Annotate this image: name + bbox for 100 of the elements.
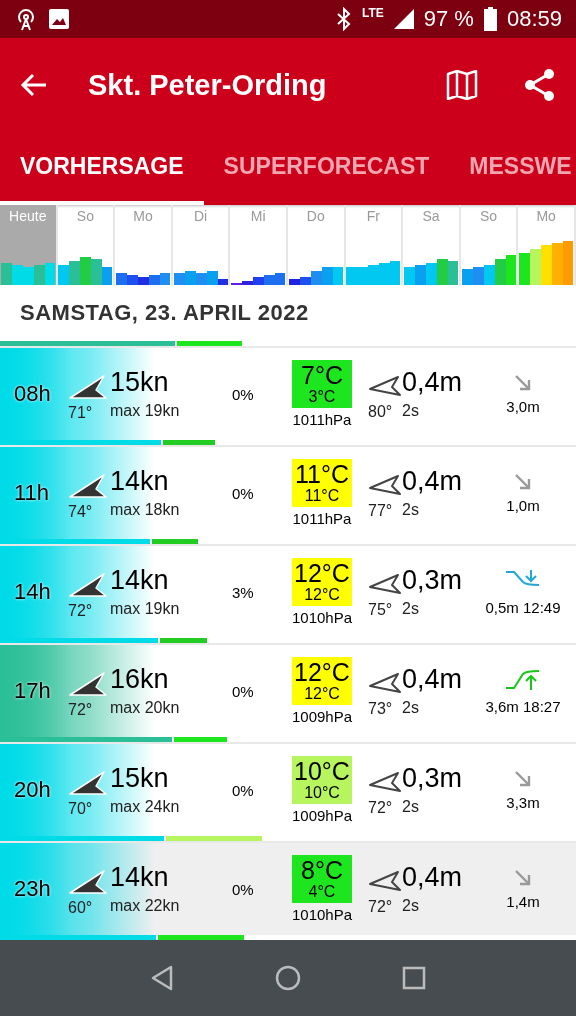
wave-period: 2s	[402, 896, 420, 915]
air-pressure: 1011hPa	[292, 410, 352, 428]
day-tab[interactable]: Di	[172, 205, 231, 285]
rain-chance: 0%	[231, 682, 255, 700]
wave-arrow-icon	[368, 870, 402, 894]
wave-period: 2s	[402, 698, 420, 717]
wave-height: 0,4m	[402, 863, 464, 893]
wave-direction: 75°	[368, 601, 393, 619]
rain-chance: 3%	[231, 583, 255, 601]
wind-arrow-icon	[68, 770, 108, 796]
back-triangle-icon[interactable]	[150, 965, 175, 991]
wave-height: 0,3m	[402, 566, 464, 596]
feels-like-temperature: 4°C	[308, 883, 336, 901]
day-tab[interactable]: So	[57, 205, 116, 285]
day-tab[interactable]: Heute	[0, 205, 58, 285]
rain-chance: 0%	[231, 781, 255, 799]
wind-speed: 14kn	[110, 467, 170, 497]
wave-height: 0,4m	[402, 467, 464, 497]
arrow-down-right-icon	[514, 769, 532, 788]
share-icon[interactable]	[524, 68, 556, 102]
wave-direction: 77°	[368, 502, 393, 520]
wind-speed: 14kn	[110, 566, 170, 596]
arrow-down-right-icon	[514, 472, 532, 491]
tab[interactable]: MESSWE	[449, 132, 576, 205]
gust-speed: max 19kn	[110, 401, 181, 420]
day-tab[interactable]: Sa	[403, 205, 461, 285]
tab[interactable]: SUPERFORECAST	[203, 132, 450, 205]
map-icon[interactable]	[446, 70, 478, 100]
rain-chance: 0%	[231, 880, 255, 898]
air-pressure: 1010hPa	[291, 905, 353, 923]
tide-info: 1,0m	[506, 496, 540, 514]
air-pressure: 1009hPa	[291, 806, 353, 824]
clock: 08:59	[506, 6, 562, 32]
wind-direction: 71°	[68, 404, 93, 422]
tide-info: 3,3m	[506, 793, 540, 811]
wind-direction: 72°	[68, 602, 93, 620]
day-tab[interactable]: Mo	[518, 205, 576, 285]
wind-speed: 16kn	[110, 665, 170, 695]
feels-like-temperature: 12°C	[304, 685, 340, 703]
hour-label: 23h	[13, 876, 52, 902]
tide-info: 0,5m 12:49	[485, 598, 561, 616]
wave-arrow-icon	[368, 672, 402, 696]
hour-label: 11h	[13, 480, 51, 506]
gust-speed: max 24kn	[110, 797, 181, 816]
wind-arrow-icon	[68, 869, 108, 895]
hour-label: 17h	[13, 678, 52, 704]
wave-period: 2s	[402, 401, 420, 420]
back-arrow-icon[interactable]	[20, 71, 48, 99]
wave-direction: 80°	[368, 403, 393, 421]
battery-level: 97 %	[423, 6, 474, 32]
wave-arrow-icon	[368, 474, 402, 498]
day-tab[interactable]: Mi	[230, 205, 288, 285]
gust-speed: max 22kn	[110, 896, 181, 915]
high-tide-icon	[506, 667, 540, 692]
wind-speed: 15kn	[110, 368, 170, 398]
temperature: 11°C	[295, 461, 349, 488]
day-tab[interactable]: Mo	[115, 205, 173, 285]
temperature: 12°C	[294, 560, 350, 587]
wave-period: 2s	[402, 797, 420, 816]
day-tab[interactable]: Fr	[345, 205, 404, 285]
gust-speed: max 20kn	[110, 698, 181, 717]
home-circle-icon[interactable]	[275, 965, 301, 991]
air-pressure: 1010hPa	[291, 608, 353, 626]
forecast-row[interactable]: 23h 60° 14kn max 22kn 0% 8°C 4°C 1010hPa 72° 0,4m 2s 1,4m	[0, 843, 576, 935]
feels-like-temperature: 12°C	[304, 586, 340, 604]
wind-speed: 15kn	[110, 764, 170, 794]
wave-period: 2s	[402, 500, 420, 519]
network-type: LTE	[362, 6, 384, 20]
wave-direction: 72°	[368, 799, 393, 817]
wave-arrow-icon	[368, 771, 402, 795]
image-icon	[48, 8, 70, 30]
hour-label: 08h	[13, 381, 52, 407]
day-tab[interactable]: So	[460, 205, 519, 285]
wind-arrow-icon	[68, 374, 108, 400]
signal-icon	[393, 9, 414, 29]
air-pressure: 1009hPa	[291, 707, 353, 725]
wind-arrow-icon	[68, 572, 108, 598]
wave-direction: 73°	[368, 700, 393, 718]
arrow-down-right-icon	[514, 373, 532, 392]
date-header: SAMSTAG, 23. APRIL 2022	[19, 299, 310, 327]
tide-info: 1,4m	[506, 892, 540, 910]
rain-chance: 0%	[231, 385, 255, 403]
temperature: 8°C	[301, 857, 343, 884]
temperature: 7°C	[301, 362, 343, 389]
tide-info: 3,0m	[506, 397, 540, 415]
arrow-down-right-icon	[514, 868, 532, 887]
tide-info: 3,6m 18:27	[485, 697, 561, 715]
wind-direction: 74°	[68, 503, 93, 521]
recents-square-icon[interactable]	[401, 966, 426, 990]
wave-height: 0,4m	[402, 665, 464, 695]
feels-like-temperature: 3°C	[308, 388, 336, 406]
temperature: 12°C	[294, 659, 350, 686]
day-tab[interactable]: Do	[287, 205, 346, 285]
gust-speed: max 18kn	[110, 500, 181, 519]
wave-height: 0,4m	[402, 368, 464, 398]
wind-arrow-icon	[68, 671, 108, 697]
wind-direction: 60°	[68, 899, 93, 917]
wave-period: 2s	[402, 599, 420, 618]
wave-arrow-icon	[368, 375, 402, 399]
air-pressure: 1011hPa	[292, 509, 352, 527]
